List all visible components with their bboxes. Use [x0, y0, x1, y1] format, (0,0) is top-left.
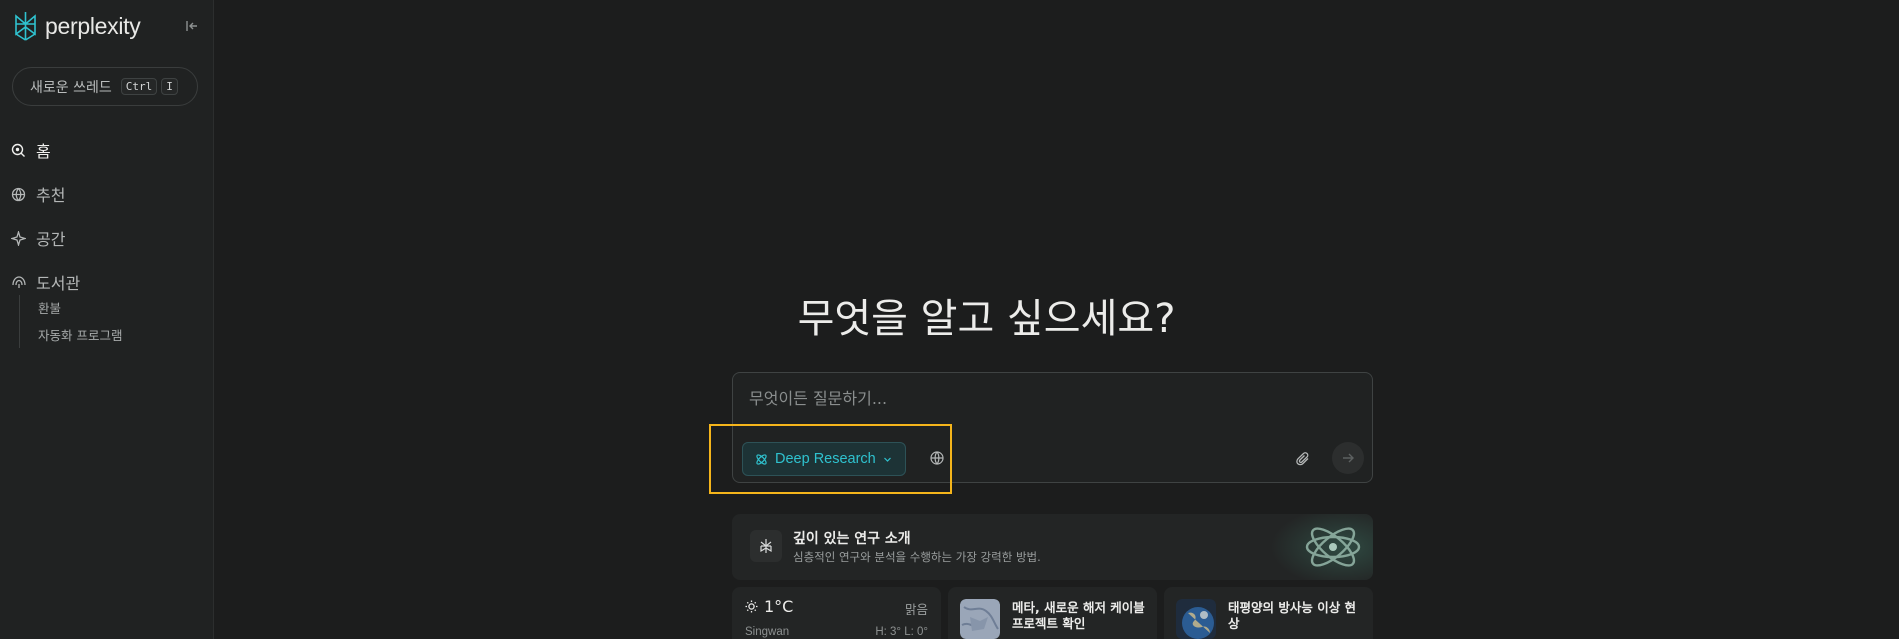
- intro-subtitle: 심층적인 연구와 분석을 수행하는 가장 강력한 방법.: [793, 550, 1041, 564]
- logo-text: perplexity: [45, 12, 141, 39]
- paperclip-icon: [1296, 452, 1309, 466]
- mode-label: Deep Research: [775, 451, 876, 467]
- page-title: 무엇을 알고 싶으세요?: [214, 286, 1899, 344]
- news-card[interactable]: 태평양의 방사능 이상 현상: [1164, 587, 1373, 639]
- globe-icon: [10, 186, 27, 203]
- submit-button[interactable]: [1332, 442, 1364, 474]
- news-card[interactable]: 메타, 새로운 해저 케이블 프로젝트 확인: [948, 587, 1157, 639]
- deep-research-intro-card[interactable]: 깊이 있는 연구 소개 심층적인 연구와 분석을 수행하는 가장 강력한 방법.: [732, 514, 1373, 580]
- logo[interactable]: perplexity: [12, 11, 141, 41]
- perplexity-logo-icon: [15, 12, 36, 41]
- shortcut-key-i: I: [161, 78, 178, 95]
- collapse-sidebar-button[interactable]: [182, 16, 202, 36]
- attach-button[interactable]: [1295, 451, 1313, 469]
- news-thumbnail-earth: [1176, 599, 1216, 639]
- weather-location: Singwan: [745, 626, 790, 638]
- ask-input[interactable]: [749, 386, 1349, 410]
- library-icon: [10, 274, 27, 291]
- sidebar-item-label: 도서관: [36, 274, 81, 293]
- web-source-button[interactable]: [929, 450, 947, 468]
- sidebar-item-discover[interactable]: 추천: [10, 172, 200, 216]
- chevron-down-icon: [883, 457, 891, 462]
- sidebar-item-spaces[interactable]: 공간: [10, 216, 200, 260]
- new-thread-button[interactable]: 새로운 쓰레드 Ctrl I: [12, 67, 198, 106]
- new-thread-label: 새로운 쓰레드: [30, 79, 112, 96]
- sidebar-item-label: 추천: [36, 186, 66, 205]
- library-item-automation[interactable]: 자동화 프로그램: [38, 322, 122, 349]
- sidebar-item-label: 공간: [36, 230, 66, 249]
- shortcut-key-ctrl: Ctrl: [120, 78, 158, 95]
- news-title: 태평양의 방사능 이상 현상: [1228, 600, 1357, 631]
- weather-high-low: H: 3° L: 0°: [875, 626, 928, 638]
- ask-box: Deep Research: [732, 372, 1373, 483]
- intro-title: 깊이 있는 연구 소개: [793, 531, 911, 547]
- sidebar-item-home[interactable]: 홈: [10, 128, 200, 172]
- library-sublist: 환불 자동화 프로그램: [19, 295, 122, 348]
- news-title: 메타, 새로운 해저 케이블 프로젝트 확인: [1012, 600, 1145, 631]
- sidebar-item-label: 홈: [36, 142, 51, 161]
- news-thumbnail-map: [960, 599, 1000, 639]
- weather-temp: 1°C: [745, 597, 793, 616]
- headline-text: 무엇을 알고 싶으세요?: [797, 296, 1176, 342]
- temperature: 1°C: [764, 597, 794, 616]
- shortcut-keys: Ctrl I: [120, 78, 178, 95]
- library-item-refund[interactable]: 환불: [38, 295, 122, 322]
- sidebar-nav: 홈 추천 공간 도서관: [10, 128, 200, 304]
- weather-condition: 맑음: [904, 602, 928, 617]
- sun-icon: [745, 600, 758, 613]
- sparkle-icon: [10, 230, 27, 247]
- atom-icon: [756, 453, 767, 465]
- collapse-icon: [186, 21, 197, 31]
- deep-research-mode-button[interactable]: Deep Research: [742, 442, 906, 476]
- search-icon: [10, 142, 27, 159]
- weather-card[interactable]: 1°C 맑음 Singwan H: 3° L: 0°: [732, 587, 941, 639]
- globe-icon: [930, 451, 944, 465]
- arrow-right-icon: [1343, 453, 1354, 463]
- atom-art-icon: [1253, 514, 1373, 580]
- sidebar: perplexity 새로운 쓰레드 Ctrl I 홈 추천 공간 도서관 환불…: [0, 0, 214, 639]
- research-icon: [750, 530, 782, 562]
